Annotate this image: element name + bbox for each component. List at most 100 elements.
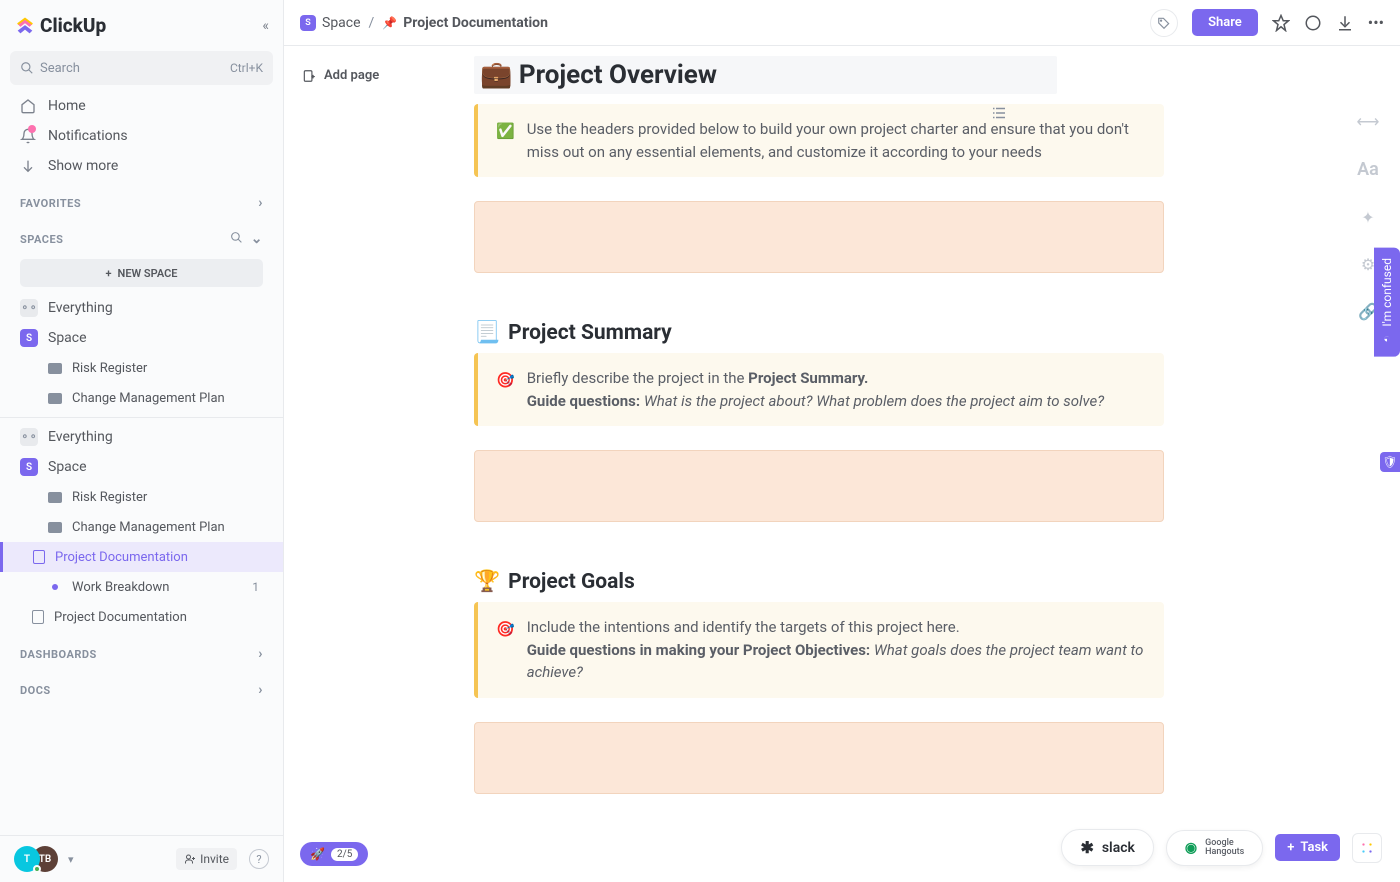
download-icon[interactable] [1336, 14, 1354, 32]
spaces-label: SPACES [20, 233, 63, 246]
tree-label: Work Breakdown [72, 580, 169, 595]
star-icon[interactable] [1272, 14, 1290, 32]
nav-show-more[interactable]: Show more [0, 151, 283, 181]
nav-notifications[interactable]: Notifications [0, 121, 283, 151]
nav-home[interactable]: Home [0, 91, 283, 121]
avatar-dropdown-icon[interactable]: ▾ [68, 853, 74, 866]
sidebar-tree: ⚬⚬ Everything S Space Risk Register Chan… [0, 293, 283, 835]
heading-text: Project Overview [519, 60, 717, 90]
tree-label: Project Documentation [55, 550, 188, 565]
callout-pre: Briefly describe the project in the [527, 369, 748, 387]
tree-change-2[interactable]: Change Management Plan [0, 512, 283, 542]
plus-icon: + [105, 267, 111, 280]
hangouts-button[interactable]: ◉ Google Hangouts [1166, 830, 1263, 866]
logo[interactable]: ClickUp [14, 14, 106, 37]
invite-icon [184, 853, 196, 865]
clickup-logo-icon [14, 15, 36, 37]
tree-label: Project Documentation [54, 610, 187, 625]
heading-project-overview[interactable]: 💼 Project Overview [474, 46, 1164, 104]
invite-button[interactable]: Invite [176, 848, 237, 870]
progress-badge: 2/5 [331, 848, 358, 861]
document-body[interactable]: 💼 Project Overview ✅ Use the headers pro… [464, 46, 1336, 882]
search-spaces-icon[interactable] [230, 231, 243, 247]
tree-count: 1 [252, 580, 263, 594]
favorites-label: FAVORITES [20, 197, 81, 210]
tree-work-breakdown[interactable]: Work Breakdown 1 [0, 572, 283, 602]
section-docs[interactable]: DOCS › [0, 668, 283, 704]
tree-space-1[interactable]: S Space [0, 323, 283, 353]
add-page-button[interactable]: Add page [294, 64, 454, 87]
tree-everything-1[interactable]: ⚬⚬ Everything [0, 293, 283, 323]
plus-icon: + [1287, 840, 1294, 855]
apps-button[interactable] [1352, 833, 1382, 863]
callout-text: Use the headers provided below to build … [527, 118, 1146, 163]
search-placeholder: Search [40, 61, 80, 76]
topbar: S Space / 📌 Project Documentation Share … [284, 0, 1400, 46]
tree-change-1[interactable]: Change Management Plan [0, 383, 283, 413]
breadcrumb-page[interactable]: 📌 Project Documentation [382, 15, 548, 31]
breadcrumb-space[interactable]: S Space [300, 15, 361, 31]
sparkle-icon[interactable]: ✦ [1361, 208, 1374, 227]
hangouts-label: Hangouts [1205, 848, 1244, 857]
check-icon: ✅ [496, 120, 515, 163]
slack-button[interactable]: ✱ slack [1061, 829, 1153, 866]
search-input[interactable]: Search Ctrl+K [10, 51, 273, 85]
callout-goals[interactable]: 🎯 Include the intentions and identify th… [474, 602, 1164, 698]
tree-everything-2[interactable]: ⚬⚬ Everything [0, 422, 283, 452]
content-block-1[interactable] [474, 201, 1164, 273]
tree-risk-2[interactable]: Risk Register [0, 482, 283, 512]
page-icon: 📃 [474, 321, 500, 345]
tree-space-2[interactable]: S Space [0, 452, 283, 482]
collapse-sidebar-icon[interactable]: « [262, 18, 269, 34]
toc-icon[interactable] [990, 104, 1008, 122]
more-icon[interactable]: ••• [1368, 13, 1384, 32]
heading-project-summary[interactable]: 📃 Project Summary [474, 313, 1164, 353]
breadcrumb-space-label: Space [322, 15, 361, 31]
briefcase-icon: 💼 [480, 60, 512, 90]
typography-icon[interactable]: Aa [1357, 159, 1379, 180]
privacy-widget[interactable]: 🛡 [1380, 452, 1400, 472]
callout-summary[interactable]: 🎯 Briefly describe the project in the Pr… [474, 353, 1164, 426]
chat-icon[interactable] [1304, 14, 1322, 32]
heading-text: Project Goals [508, 570, 635, 594]
content-block-3[interactable] [474, 722, 1164, 794]
new-task-button[interactable]: + Task [1275, 834, 1340, 861]
folder-icon [48, 492, 62, 503]
pages-panel: Add page [284, 46, 464, 882]
confused-button[interactable]: ◔ I'm confused [1374, 248, 1400, 357]
section-favorites[interactable]: FAVORITES › [0, 181, 283, 217]
onboarding-progress[interactable]: 🚀 2/5 [300, 842, 368, 866]
sidebar: ClickUp « Search Ctrl+K Home Notificatio… [0, 0, 284, 882]
confused-label: I'm confused [1380, 258, 1394, 327]
section-dashboards[interactable]: DASHBOARDS › [0, 632, 283, 668]
search-shortcut: Ctrl+K [230, 61, 263, 75]
breadcrumb: S Space / 📌 Project Documentation [300, 15, 548, 31]
new-space-button[interactable]: + NEW SPACE [20, 259, 263, 287]
content-block-2[interactable] [474, 450, 1164, 522]
doc-icon [33, 550, 45, 564]
section-spaces[interactable]: SPACES ⌄ [0, 217, 283, 253]
docs-label: DOCS [20, 684, 51, 697]
hangouts-icon: ◉ [1185, 840, 1197, 856]
dashboards-label: DASHBOARDS [20, 648, 97, 661]
folder-icon [48, 363, 62, 374]
chevron-down-icon[interactable]: ⌄ [251, 231, 263, 247]
callout-overview[interactable]: ✅ Use the headers provided below to buil… [474, 104, 1164, 177]
main: S Space / 📌 Project Documentation Share … [284, 0, 1400, 882]
space-icon: S [300, 15, 316, 31]
tree-risk-1[interactable]: Risk Register [0, 353, 283, 383]
expand-icon[interactable]: ⟷ [1357, 112, 1380, 131]
tree-label: Everything [48, 429, 113, 445]
clock-icon: ◔ [1380, 333, 1394, 347]
folder-icon [48, 393, 62, 404]
tree-project-doc-active[interactable]: Project Documentation [0, 542, 283, 572]
tag-button[interactable] [1150, 9, 1178, 37]
nav-show-more-label: Show more [48, 158, 118, 174]
tree-project-doc-2[interactable]: Project Documentation [0, 602, 283, 632]
avatars[interactable]: T TB [14, 846, 58, 872]
share-button[interactable]: Share [1192, 9, 1258, 36]
heading-project-goals[interactable]: 🏆 Project Goals [474, 562, 1164, 602]
pin-icon: 📌 [382, 16, 397, 30]
everything-icon: ⚬⚬ [20, 299, 38, 317]
help-button[interactable]: ? [249, 849, 269, 869]
